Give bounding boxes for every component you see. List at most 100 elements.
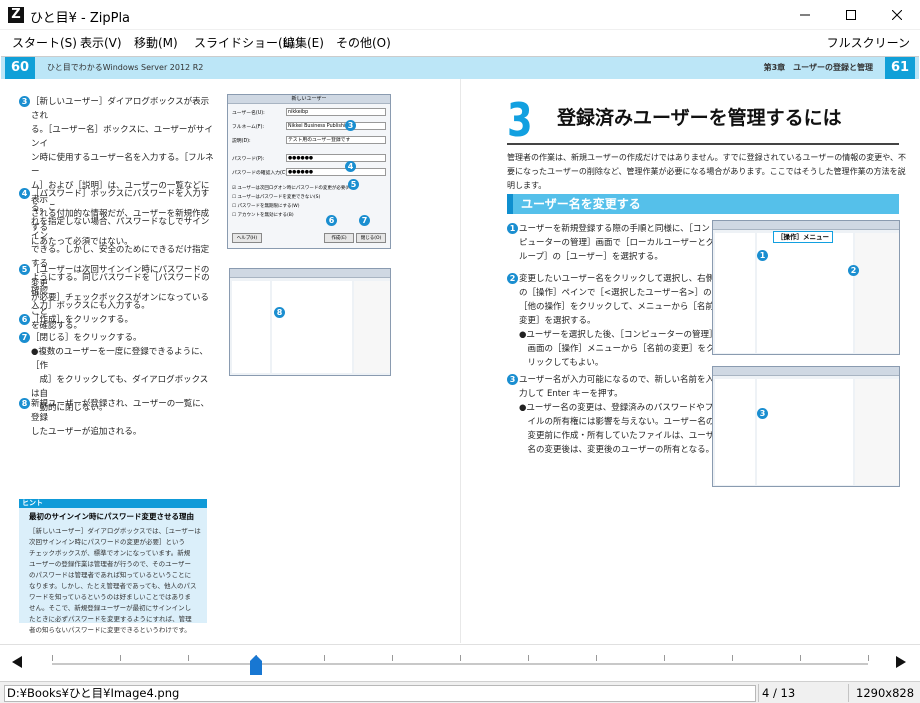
dialog-checkbox[interactable]: ☐ パスワードを無期限にする(W): [232, 203, 299, 209]
slider-tick: [460, 655, 461, 661]
close-button[interactable]: [874, 0, 920, 30]
dialog-button[interactable]: 閉じる(O): [356, 233, 386, 243]
dialog-button[interactable]: ヘルプ(H): [232, 233, 262, 243]
page-header-band: 60 ひと目でわかるWindows Server 2012 R2 第3章 ユーザ…: [1, 57, 919, 79]
computer-management-screenshot-1: ［操作］メニュー: [712, 220, 900, 355]
step-text: ユーザーを新規登録する際の手順と同様に、［コン ピューターの管理］画面で［ローカル…: [519, 222, 715, 264]
step-number-badge: 4: [19, 188, 30, 199]
dialog-field-label: パスワード(P):: [232, 157, 265, 162]
step-line: ン時に使用するユーザー名を入力する。［フルネー: [31, 153, 214, 177]
slider-tick: [528, 655, 529, 661]
slider-tick: [732, 655, 733, 661]
dialog-field-value[interactable]: ●●●●●●: [286, 154, 386, 162]
step-line: ループ］の［ユーザー］を選択する。: [519, 252, 663, 262]
triangle-left-icon: [12, 656, 22, 668]
hint-line: 次回サインイン時にパスワードの変更が必要］という: [29, 538, 185, 546]
menu-start[interactable]: スタート(S): [12, 34, 77, 51]
status-bar: D:¥Books¥ひと目¥Image4.png 4 / 13 1290x828: [0, 681, 920, 703]
step-line: 力して Enter キーを押す。: [519, 389, 623, 399]
dialog-callout: 5: [348, 179, 359, 190]
dialog-field-label: パスワードの確認入力(C):: [232, 171, 289, 176]
subheading: ユーザー名を変更する: [507, 194, 899, 214]
step-line: る。［ユーザー名］ボックスに、ユーザーがサインイ: [31, 125, 213, 149]
intro-line: 明します。: [507, 181, 547, 190]
hint-body: ［新しいユーザー］ダイアログボックスでは、［ユーザーは 次回サインイン時にパスワー…: [29, 526, 201, 636]
status-divider: [848, 684, 849, 702]
dialog-callout: 3: [345, 120, 356, 131]
step-line: ［作成］をクリックする。: [31, 315, 134, 325]
dialog-button[interactable]: 作成(E): [324, 233, 354, 243]
step-line: リックしてもよい。: [519, 358, 604, 368]
left-page-number: 60: [5, 57, 35, 79]
dialog-field-value[interactable]: Nikkei Business Publishing: [286, 122, 386, 130]
menu-fullscreen[interactable]: フルスクリーン: [827, 34, 910, 51]
step-line: 画面の［操作］メニューから［名前の変更］をク: [519, 344, 715, 354]
page-slider-track[interactable]: [52, 655, 869, 665]
callout-r1: 1: [757, 250, 768, 261]
intro-line: 要になったユーザーの削除など、管理作業が必要になる場合があります。ここではそうし…: [507, 167, 906, 176]
step-line: ●複数のユーザーを一度に登録できるように、［作: [31, 347, 208, 371]
section-title: 登録済みユーザーを管理するには: [557, 107, 842, 129]
dialog-field-value[interactable]: ●●●●●●: [286, 168, 386, 176]
step-line: ●ユーザー名の変更は、登録済みのパスワードやファ: [519, 403, 722, 413]
cm1-actions: [855, 233, 899, 353]
step-line: れを指定しない場合、パスワードなしでサインイン: [31, 217, 210, 241]
step-line: ピューターの管理］画面で［ローカルユーザーとグ: [519, 238, 715, 248]
dialog-field-value[interactable]: nikkeibp: [286, 108, 386, 116]
step-number-badge: 3: [19, 96, 30, 107]
hint-line: ［新しいユーザー］ダイアログボックスでは、［ユーザーは: [29, 527, 201, 535]
minimize-icon: [800, 14, 810, 16]
step-text: 新規ユーザーが登録され、ユーザーの一覧に、登録 したユーザーが追加される。: [31, 397, 214, 439]
step-number-badge: 3: [507, 374, 518, 385]
right-step: 1 ユーザーを新規登録する際の手順と同様に、［コン ピューターの管理］画面で［ローカ…: [507, 222, 715, 264]
dialog-checkbox[interactable]: ☐ ユーザーはパスワードを変更できない(S): [232, 194, 320, 200]
chapter-label: 第3章 ユーザーの登録と管理: [763, 63, 873, 72]
right-page-number: 61: [885, 57, 915, 79]
menu-slideshow[interactable]: スライドショー(L): [194, 34, 294, 51]
slider-tick: [120, 655, 121, 661]
menu-other[interactable]: その他(O): [336, 34, 391, 51]
cm2-list: [757, 379, 853, 485]
computer-management-screenshot-2: [712, 366, 900, 487]
slider-tick: [392, 655, 393, 661]
page-slider-thumb[interactable]: [250, 655, 262, 675]
triangle-right-icon: [896, 656, 906, 668]
users-window-titlebar: [230, 269, 390, 278]
step-text: 変更したいユーザー名をクリックして選択し、右側 の［操作］ペインで［<選択したユー…: [519, 272, 722, 370]
slider-tick: [800, 655, 801, 661]
previous-page-button[interactable]: [10, 655, 24, 669]
dialog-checkbox[interactable]: ☑ ユーザーは次回ログオン時にパスワードの変更が必要(M): [232, 185, 353, 191]
cm1-tree: [715, 233, 755, 353]
dialog-checkbox[interactable]: ☐ アカウントを無効にする(B): [232, 212, 294, 218]
cm2-actions: [855, 379, 899, 485]
next-page-button[interactable]: [894, 655, 908, 669]
left-step: 8 新規ユーザーが登録され、ユーザーの一覧に、登録 したユーザーが追加される。: [19, 397, 214, 439]
hint-line: ユーザーの登録作業は管理者が行うので、そのユーザー: [29, 560, 191, 568]
operation-menu-label: ［操作］メニュー: [773, 231, 833, 243]
maximize-icon: [846, 10, 856, 20]
hint-line: せん。そこで、新規登録ユーザーが最初にサインインし: [29, 604, 192, 612]
section-intro: 管理者の作業は、新規ユーザーの作成だけではありません。すでに登録されているユーザ…: [507, 151, 906, 193]
step-line: ［閉じる］をクリックする。: [31, 333, 142, 343]
image-viewer[interactable]: 60 ひと目でわかるWindows Server 2012 R2 第3章 ユーザ…: [1, 56, 919, 643]
menu-move[interactable]: 移動(M): [134, 34, 178, 51]
step-line: ［新しいユーザー］ダイアログボックスが表示され: [31, 97, 210, 121]
menu-edit[interactable]: 編集(E): [283, 34, 324, 51]
dialog-field-value[interactable]: テスト用のユーザー登録です: [286, 136, 386, 144]
step-text: ［作成］をクリックする。: [31, 313, 214, 327]
menu-view[interactable]: 表示(V): [80, 34, 122, 51]
step-line: ［パスワード］ボックスにパスワードを入力する。こ: [31, 189, 210, 213]
step-number-badge: 7: [19, 332, 30, 343]
cm2-tree: [715, 379, 755, 485]
dialog-callout: 6: [326, 215, 337, 226]
right-step: 3 ユーザー名が入力可能になるので、新しい名前を入 力して Enter キーを押す。…: [507, 373, 723, 457]
zippla-app-icon: Z: [8, 7, 24, 23]
step-number-badge: 1: [507, 223, 518, 234]
file-path-field[interactable]: D:¥Books¥ひと目¥Image4.png: [4, 685, 756, 702]
maximize-button[interactable]: [828, 0, 874, 30]
hint-line: 者の知らないパスワードに変更できるというわけです。: [29, 626, 191, 634]
minimize-button[interactable]: [782, 0, 828, 30]
dialog-callout: 4: [345, 161, 356, 172]
hint-line: なります。しかし、たとえ管理者であっても、他人のパス: [29, 582, 197, 590]
slider-tick: [324, 655, 325, 661]
